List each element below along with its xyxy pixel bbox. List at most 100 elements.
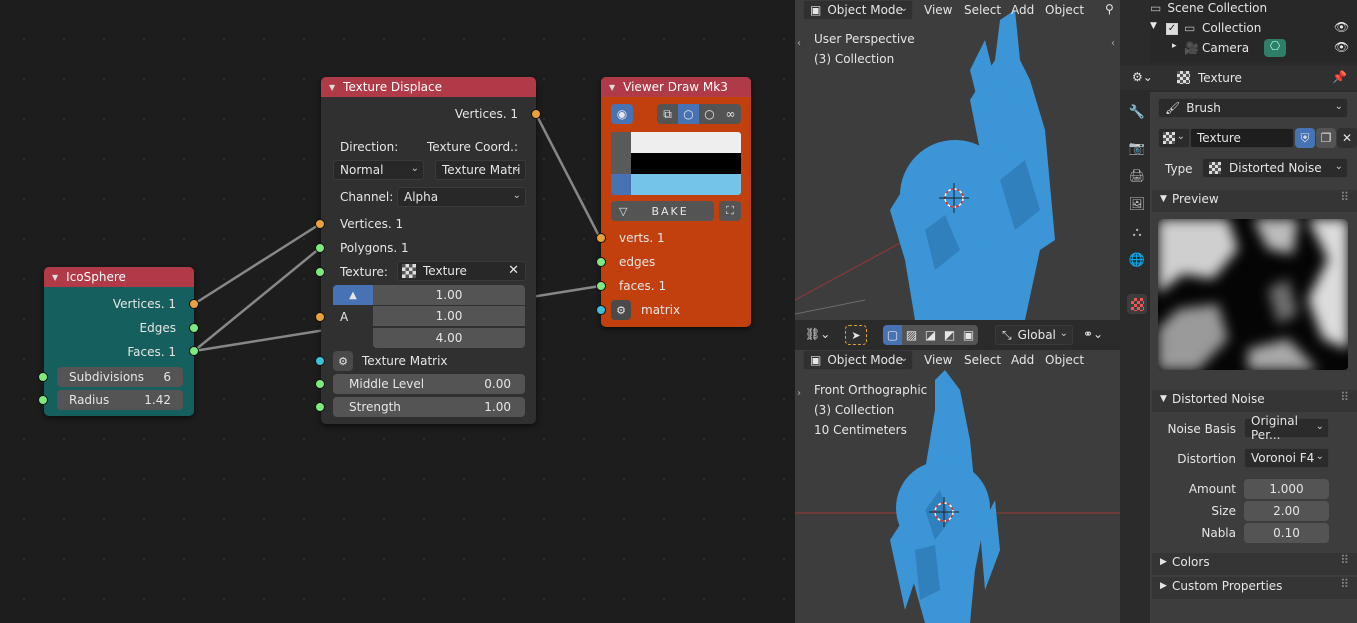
menu-object[interactable]: Object bbox=[1045, 353, 1084, 367]
socket-in-faces[interactable] bbox=[596, 281, 606, 291]
sphere-icon[interactable]: ○ bbox=[678, 104, 699, 124]
texture-browse[interactable]: ⌄ bbox=[1158, 128, 1190, 148]
edge-mode-icon[interactable] bbox=[611, 153, 631, 174]
tool-tab-icon[interactable]: 🔧 bbox=[1127, 102, 1147, 122]
link-icon[interactable]: ∞ bbox=[720, 104, 741, 124]
viewer-header[interactable]: ▼ Viewer Draw Mk3 bbox=[601, 77, 751, 97]
viewport-bottom[interactable]: ▣ Object Mode ⌄ View Select Add Object Fr… bbox=[795, 350, 1120, 623]
socket-in-vector[interactable] bbox=[315, 312, 325, 322]
strength-field[interactable]: Strength 1.00 bbox=[333, 397, 525, 417]
texture-selector[interactable]: Texture ✕ bbox=[397, 261, 526, 281]
mode-dropdown[interactable]: ▣ Object Mode ⌄ bbox=[803, 0, 913, 20]
face-color-swatch[interactable] bbox=[631, 174, 741, 195]
select-extend-icon[interactable]: ▨ bbox=[902, 325, 921, 345]
expand-icon[interactable]: ▼ bbox=[1150, 21, 1157, 31]
outliner-row-collection[interactable]: ▼ ✓ ▭ Collection 👁 bbox=[1150, 20, 1357, 41]
world-tab-icon[interactable]: 🌐 bbox=[1127, 250, 1147, 270]
view-layer-tab-icon[interactable]: 🖼 bbox=[1127, 194, 1147, 214]
collapse-icon[interactable]: ▼ bbox=[609, 83, 615, 92]
icosphere-node[interactable]: ▼ IcoSphere Vertices. 1 Edges Faces. 1 S… bbox=[44, 267, 194, 416]
face-mode-icon[interactable] bbox=[611, 174, 631, 195]
bake-button[interactable]: ▽ BAKE bbox=[611, 201, 714, 221]
texture-tab-icon[interactable] bbox=[1127, 294, 1147, 314]
cube-icon[interactable]: ⧉ bbox=[657, 104, 678, 124]
outliner-row-scene[interactable]: ▭ Scene Collection bbox=[1150, 1, 1267, 15]
select-tool-icon[interactable]: ➤ bbox=[845, 325, 867, 345]
socket-in-matrix[interactable] bbox=[596, 305, 606, 315]
vector-y-field[interactable]: 1.00 bbox=[373, 306, 525, 326]
shield-icon[interactable]: ⛨ bbox=[1295, 128, 1315, 148]
collapse-icon[interactable]: ▼ bbox=[329, 83, 335, 92]
drag-handle-icon[interactable]: ⠿ bbox=[1340, 190, 1349, 204]
menu-add[interactable]: Add bbox=[1011, 3, 1034, 17]
close-icon[interactable]: ✕ bbox=[508, 263, 519, 278]
mode-dropdown[interactable]: ▣ Object Mode ⌄ bbox=[803, 350, 913, 370]
menu-view[interactable]: View bbox=[924, 353, 952, 367]
colors-panel-header[interactable]: ▶ Colors ⠿ bbox=[1152, 553, 1357, 575]
edge-color-swatch[interactable] bbox=[631, 153, 741, 174]
eye-icon[interactable]: ◉ bbox=[611, 104, 633, 124]
vertex-color-swatch[interactable] bbox=[631, 132, 741, 153]
scene-tab-icon[interactable]: ⛬ bbox=[1127, 222, 1147, 242]
render-tab-icon[interactable]: 📷 bbox=[1127, 138, 1147, 158]
brush-dropdown[interactable]: 🖌 Brush ⌄ bbox=[1158, 98, 1348, 118]
expand-left-icon[interactable]: › bbox=[797, 388, 801, 399]
icosphere-header[interactable]: ▼ IcoSphere bbox=[44, 267, 194, 287]
node-editor[interactable]: ▼ IcoSphere Vertices. 1 Edges Faces. 1 S… bbox=[0, 0, 795, 623]
size-field[interactable]: 2.00 bbox=[1244, 501, 1329, 521]
amount-field[interactable]: 1.000 bbox=[1244, 479, 1329, 499]
preview-panel-header[interactable]: ▼ Preview ⠿ bbox=[1152, 190, 1357, 212]
socket-in-subdivisions[interactable] bbox=[38, 372, 48, 382]
collapse-icon[interactable]: ▼ bbox=[52, 273, 58, 282]
direction-dropdown[interactable]: Normal ⌄ bbox=[333, 160, 424, 180]
select-intersect-icon[interactable]: ▣ bbox=[959, 325, 978, 345]
type-dropdown[interactable]: Distorted Noise ⌄ bbox=[1202, 158, 1348, 178]
vector-x-field[interactable]: 1.00 bbox=[373, 285, 525, 305]
menu-select[interactable]: Select bbox=[964, 353, 1001, 367]
checkbox-icon[interactable]: ✓ bbox=[1166, 23, 1178, 35]
viewer-draw-node[interactable]: ▼ Viewer Draw Mk3 ◉ ⧉ ○ ○ ∞ ▽ BAKE ⛶ ver… bbox=[601, 77, 751, 327]
menu-view[interactable]: View bbox=[924, 3, 952, 17]
drag-handle-icon[interactable]: ⠿ bbox=[1340, 577, 1349, 591]
eye-icon[interactable]: 👁 bbox=[1334, 40, 1349, 54]
select-subtract-icon[interactable]: ◪ bbox=[921, 325, 940, 345]
eye-icon[interactable]: 👁 bbox=[1334, 20, 1349, 34]
socket-out-vertices[interactable] bbox=[189, 299, 199, 309]
texture-name-field[interactable]: Texture bbox=[1190, 128, 1294, 148]
menu-select[interactable]: Select bbox=[964, 3, 1001, 17]
pin-icon[interactable]: 📌 bbox=[1332, 70, 1347, 84]
middle-level-field[interactable]: Middle Level 0.00 bbox=[333, 374, 525, 394]
channel-dropdown[interactable]: Alpha ⌄ bbox=[397, 187, 526, 207]
custom-properties-header[interactable]: ▶ Custom Properties ⠿ bbox=[1152, 577, 1357, 599]
bake-options-icon[interactable]: ⛶ bbox=[719, 201, 741, 221]
socket-in-strength[interactable] bbox=[315, 402, 325, 412]
socket-out-edges[interactable] bbox=[189, 323, 199, 333]
vector-mode-button[interactable]: ▲ bbox=[333, 285, 373, 305]
socket-in-matrix[interactable] bbox=[315, 356, 325, 366]
socket-in-polygons[interactable] bbox=[315, 243, 325, 253]
camera-data-icon[interactable]: ⎔ bbox=[1264, 39, 1286, 57]
menu-object[interactable]: Object bbox=[1045, 3, 1084, 17]
subdivisions-field[interactable]: Subdivisions 6 bbox=[57, 367, 183, 387]
socket-in-texture[interactable] bbox=[315, 267, 325, 277]
texture-displace-node[interactable]: ▼ Texture Displace Vertices. 1 Direction… bbox=[321, 77, 536, 424]
texture-displace-header[interactable]: ▼ Texture Displace bbox=[321, 77, 536, 97]
editor-type-icon[interactable]: ⚙⌄ bbox=[1132, 70, 1153, 84]
noise-basis-dropdown[interactable]: Original Per... ⌄ bbox=[1244, 414, 1329, 442]
output-tab-icon[interactable]: 🖨 bbox=[1127, 166, 1147, 186]
select-new-icon[interactable]: ▢ bbox=[883, 325, 902, 345]
socket-in-edges[interactable] bbox=[596, 257, 606, 267]
expand-right-icon[interactable]: ‹ bbox=[1111, 38, 1115, 49]
close-icon[interactable]: ✕ bbox=[1337, 128, 1357, 148]
editor-type-icon[interactable]: ⛓⌄ bbox=[805, 327, 830, 341]
circle-icon[interactable]: ○ bbox=[699, 104, 720, 124]
socket-out-faces[interactable] bbox=[189, 346, 199, 356]
distortion-dropdown[interactable]: Voronoi F4 ⌄ bbox=[1244, 448, 1329, 468]
pivot-icon[interactable]: ⚭⌄ bbox=[1083, 327, 1103, 341]
outliner-row-camera[interactable]: ▸ 🎥 Camera ⎔ 👁 bbox=[1150, 39, 1357, 61]
expand-icon[interactable]: ▸ bbox=[1172, 41, 1177, 51]
socket-in-vertices[interactable] bbox=[315, 219, 325, 229]
expand-left-icon[interactable]: ‹ bbox=[797, 38, 801, 49]
duplicate-icon[interactable]: ❐ bbox=[1316, 128, 1336, 148]
radius-field[interactable]: Radius 1.42 bbox=[57, 390, 183, 410]
